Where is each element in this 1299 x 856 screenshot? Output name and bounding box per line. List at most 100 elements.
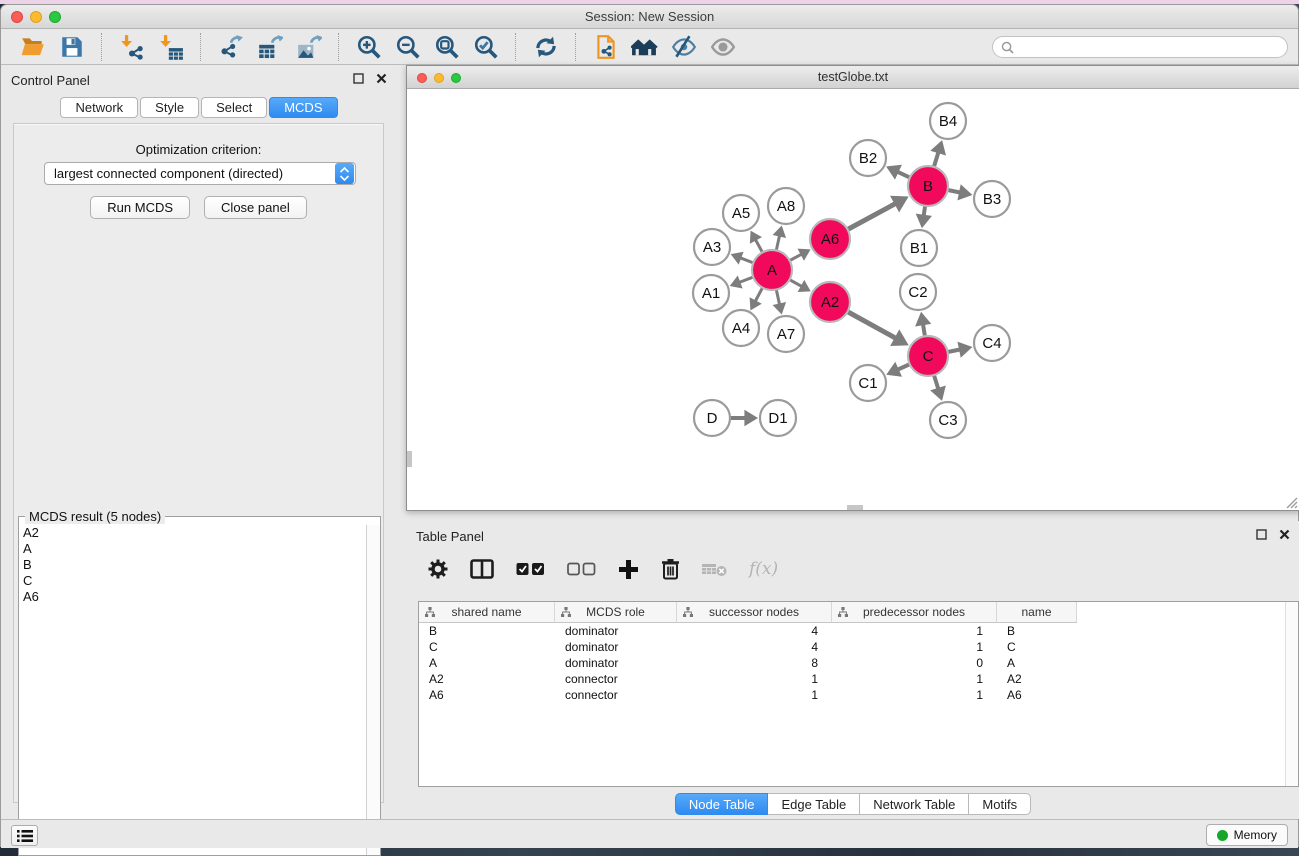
result-list-scrollbar[interactable] bbox=[366, 525, 380, 855]
cell[interactable]: connector bbox=[555, 671, 677, 687]
tab-network[interactable]: Network bbox=[60, 97, 138, 118]
graph-node-A8[interactable]: A8 bbox=[768, 188, 804, 224]
hide-graphics-details-icon[interactable] bbox=[670, 33, 697, 60]
column-header-successor-nodes[interactable]: successor nodes bbox=[677, 602, 832, 623]
table-row[interactable]: Adominator80A bbox=[419, 655, 1284, 671]
import-table-icon[interactable] bbox=[157, 33, 184, 60]
close-panel-icon[interactable] bbox=[1279, 529, 1290, 540]
network-canvas[interactable]: AA1A2A3A4A5A6A7A8BB1B2B3B4CC1C2C3C4DD1 bbox=[407, 89, 1299, 510]
run-mcds-button[interactable]: Run MCDS bbox=[90, 196, 190, 219]
graph-node-C4[interactable]: C4 bbox=[974, 325, 1010, 361]
column-header-predecessor-nodes[interactable]: predecessor nodes bbox=[832, 602, 997, 623]
cell[interactable]: A2 bbox=[997, 671, 1077, 687]
delete-table-icon[interactable] bbox=[702, 561, 727, 577]
graph-node-A7[interactable]: A7 bbox=[768, 316, 804, 352]
graph-node-C3[interactable]: C3 bbox=[930, 402, 966, 438]
graph-node-C[interactable]: C bbox=[908, 336, 948, 376]
graph-node-B3[interactable]: B3 bbox=[974, 181, 1010, 217]
cell[interactable]: 1 bbox=[677, 687, 832, 703]
deselect-all-checkboxes-icon[interactable] bbox=[567, 562, 596, 576]
resize-grip-icon[interactable] bbox=[1284, 495, 1298, 509]
float-panel-icon[interactable] bbox=[1256, 529, 1267, 540]
graph-node-B[interactable]: B bbox=[908, 166, 948, 206]
cell[interactable]: 4 bbox=[677, 639, 832, 655]
cell[interactable]: C bbox=[997, 639, 1077, 655]
cell[interactable]: 1 bbox=[832, 687, 997, 703]
split-view-icon[interactable] bbox=[470, 559, 494, 579]
tab-style[interactable]: Style bbox=[140, 97, 199, 118]
graph-node-A6[interactable]: A6 bbox=[810, 219, 850, 259]
zoom-out-icon[interactable] bbox=[394, 33, 421, 60]
cell[interactable]: A bbox=[997, 655, 1077, 671]
cell[interactable]: 1 bbox=[832, 623, 997, 639]
float-panel-icon[interactable] bbox=[353, 73, 364, 84]
graph-node-A5[interactable]: A5 bbox=[723, 195, 759, 231]
delete-column-icon[interactable] bbox=[661, 558, 680, 580]
export-image-icon[interactable] bbox=[295, 33, 322, 60]
column-header-MCDS-role[interactable]: MCDS role bbox=[555, 602, 677, 623]
graph-node-B2[interactable]: B2 bbox=[850, 140, 886, 176]
graph-node-D1[interactable]: D1 bbox=[760, 400, 796, 436]
network-from-file-icon[interactable] bbox=[592, 33, 619, 60]
memory-button[interactable]: Memory bbox=[1206, 824, 1288, 846]
search-input[interactable] bbox=[1019, 40, 1287, 54]
graph-node-B1[interactable]: B1 bbox=[901, 230, 937, 266]
graph-node-A3[interactable]: A3 bbox=[694, 229, 730, 265]
cell[interactable]: 1 bbox=[832, 671, 997, 687]
cell[interactable]: 8 bbox=[677, 655, 832, 671]
search-field[interactable] bbox=[992, 36, 1288, 58]
result-item[interactable]: A6 bbox=[19, 589, 366, 605]
home-icon[interactable] bbox=[631, 33, 658, 60]
splitter-handle[interactable] bbox=[407, 451, 412, 467]
cell[interactable]: 1 bbox=[832, 639, 997, 655]
table-row[interactable]: Cdominator41C bbox=[419, 639, 1284, 655]
cell[interactable]: dominator bbox=[555, 623, 677, 639]
zoom-fit-icon[interactable] bbox=[433, 33, 460, 60]
column-header-name[interactable]: name bbox=[997, 602, 1077, 623]
cell[interactable]: 4 bbox=[677, 623, 832, 639]
cell[interactable]: 0 bbox=[832, 655, 997, 671]
splitter-handle[interactable] bbox=[847, 505, 863, 510]
import-network-icon[interactable] bbox=[118, 33, 145, 60]
cell[interactable]: dominator bbox=[555, 639, 677, 655]
add-column-icon[interactable] bbox=[618, 559, 639, 580]
zoom-in-icon[interactable] bbox=[355, 33, 382, 60]
close-panel-button[interactable]: Close panel bbox=[204, 196, 307, 219]
tab-network-table[interactable]: Network Table bbox=[860, 793, 969, 815]
tab-mcds[interactable]: MCDS bbox=[269, 97, 337, 118]
graph-node-A2[interactable]: A2 bbox=[810, 282, 850, 322]
table-scrollbar[interactable] bbox=[1285, 602, 1298, 786]
column-header-shared-name[interactable]: shared name bbox=[419, 602, 555, 623]
graph-node-D[interactable]: D bbox=[694, 400, 730, 436]
criterion-select[interactable]: largest connected component (directed) bbox=[44, 162, 356, 185]
network-window-titlebar[interactable]: testGlobe.txt bbox=[407, 66, 1299, 89]
cell[interactable]: B bbox=[997, 623, 1077, 639]
cell[interactable]: B bbox=[419, 623, 555, 639]
table-row[interactable]: A6connector11A6 bbox=[419, 687, 1284, 703]
cell[interactable]: 1 bbox=[677, 671, 832, 687]
result-item[interactable]: A bbox=[19, 541, 366, 557]
cell[interactable]: C bbox=[419, 639, 555, 655]
show-graphics-details-icon[interactable] bbox=[709, 33, 736, 60]
tab-select[interactable]: Select bbox=[201, 97, 267, 118]
graph-node-B4[interactable]: B4 bbox=[930, 103, 966, 139]
close-panel-icon[interactable] bbox=[376, 73, 387, 84]
graph-node-C1[interactable]: C1 bbox=[850, 365, 886, 401]
refresh-icon[interactable] bbox=[532, 33, 559, 60]
cell[interactable]: connector bbox=[555, 687, 677, 703]
settings-gear-icon[interactable] bbox=[428, 559, 448, 579]
select-all-checkboxes-icon[interactable] bbox=[516, 562, 545, 576]
result-item[interactable]: C bbox=[19, 573, 366, 589]
tab-node-table[interactable]: Node Table bbox=[675, 793, 769, 815]
graph-node-A[interactable]: A bbox=[752, 250, 792, 290]
result-item[interactable]: B bbox=[19, 557, 366, 573]
cell[interactable]: A6 bbox=[997, 687, 1077, 703]
graph-node-C2[interactable]: C2 bbox=[900, 274, 936, 310]
function-builder-icon[interactable]: f(x) bbox=[749, 559, 778, 579]
export-network-icon[interactable] bbox=[217, 33, 244, 60]
tab-edge-table[interactable]: Edge Table bbox=[768, 793, 860, 815]
table-row[interactable]: Bdominator41B bbox=[419, 623, 1284, 639]
cell[interactable]: A6 bbox=[419, 687, 555, 703]
save-session-icon[interactable] bbox=[58, 33, 85, 60]
task-history-button[interactable] bbox=[11, 825, 38, 846]
